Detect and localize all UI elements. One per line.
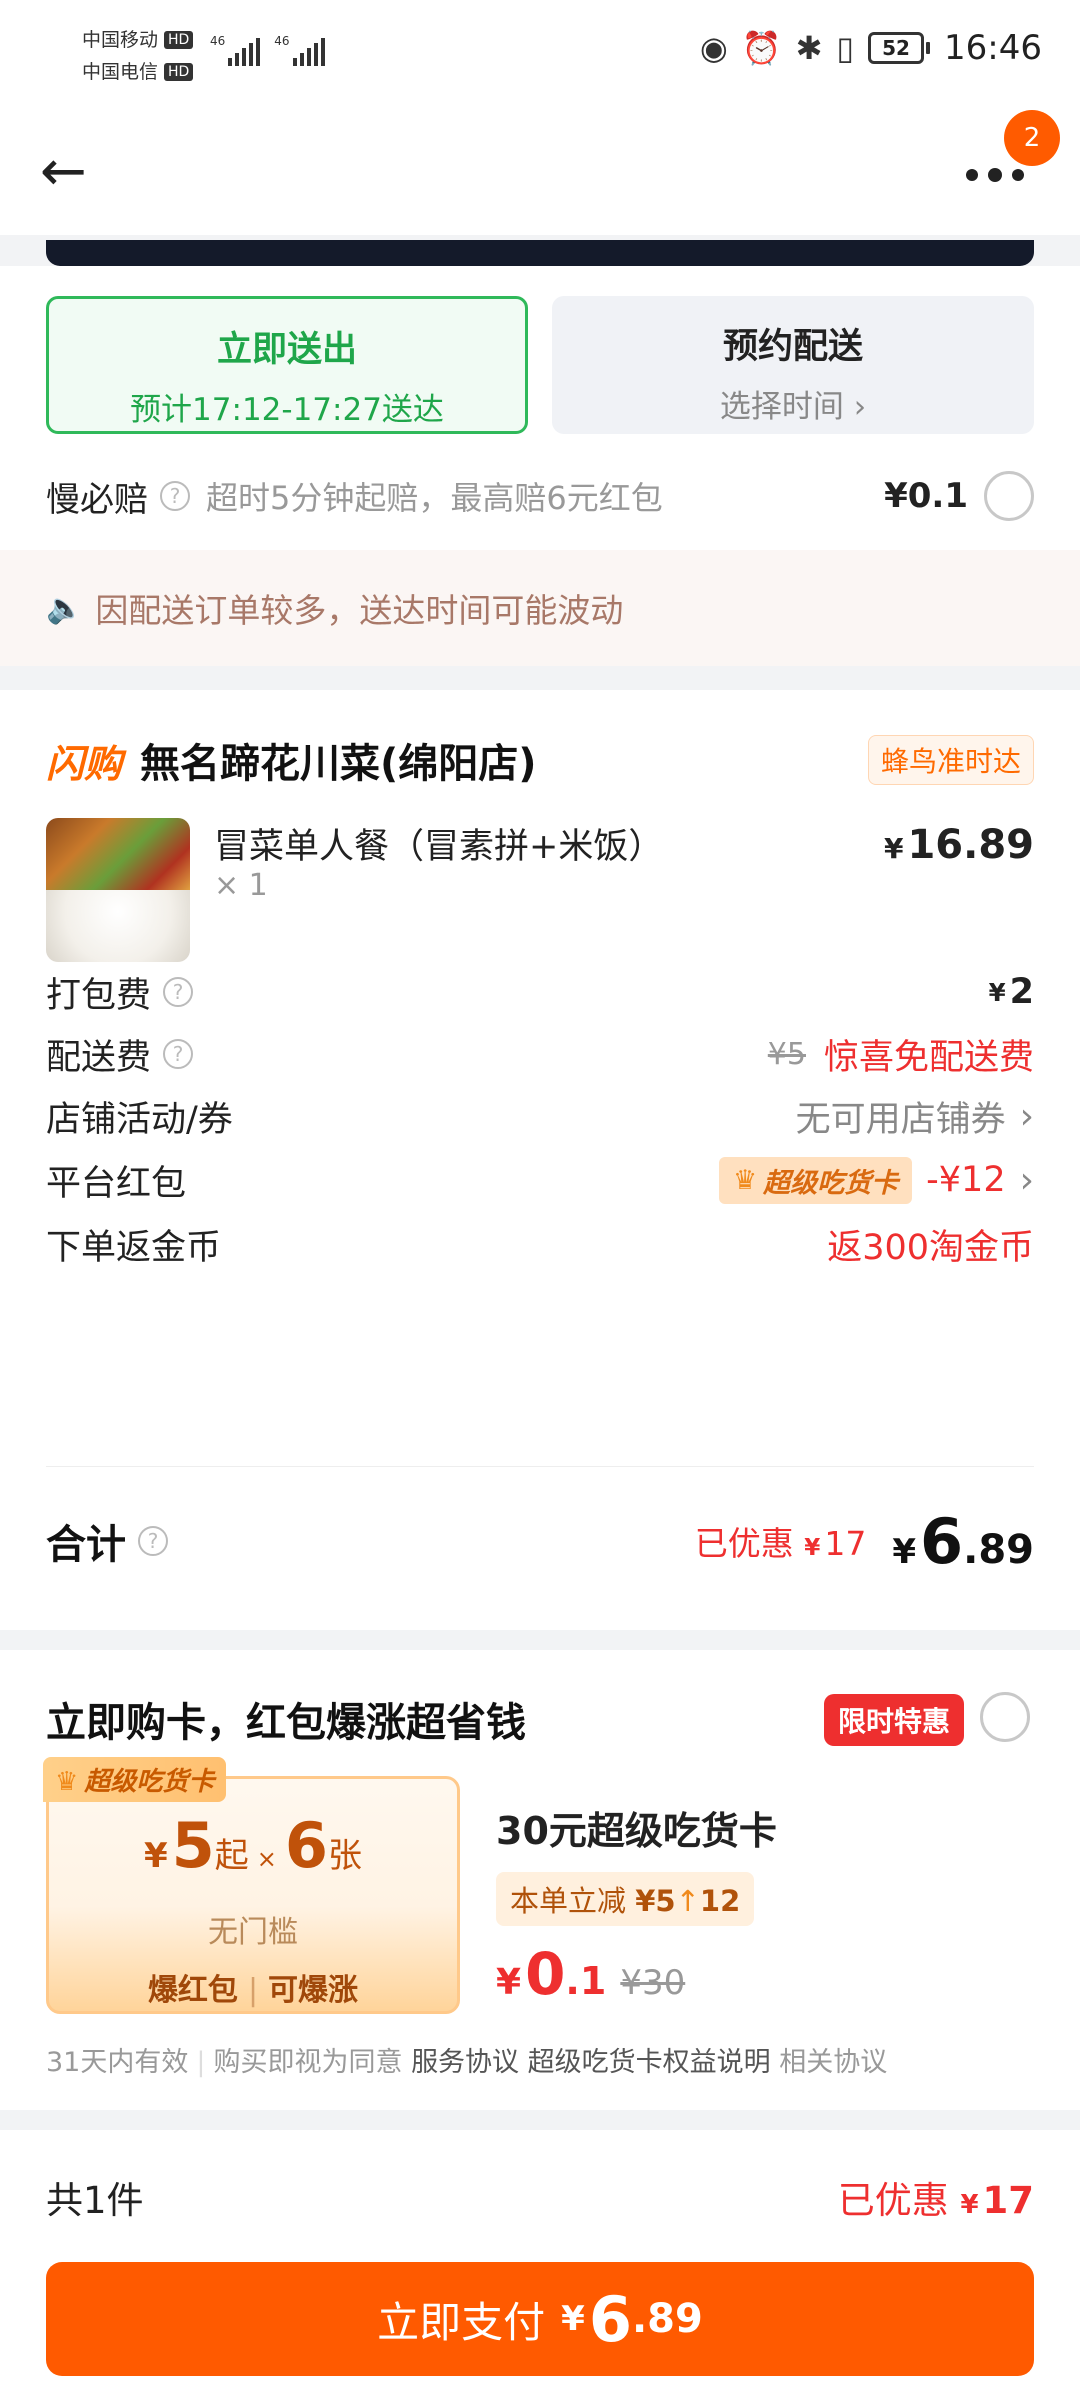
pay-now-button[interactable]: 立即支付 ¥6.89 <box>46 2262 1034 2376</box>
total-label: 合计 <box>46 1522 126 1568</box>
bluetooth-icon: ✱ <box>795 29 823 67</box>
ontime-tag: 蜂鸟准时达 <box>867 735 1034 785</box>
back-arrow-icon[interactable]: ← <box>40 144 100 204</box>
crown-icon: ♛ <box>732 1164 758 1196</box>
pay-amount-int: 6 <box>588 2282 632 2356</box>
hd-icon: HD <box>164 63 194 81</box>
store-promo-row[interactable]: 店铺活动/券 无可用店铺券 › <box>46 1086 1034 1146</box>
signal-icon: 46 <box>210 34 261 66</box>
deliver-now-title: 立即送出 <box>216 330 357 370</box>
clock: 16:46 <box>944 28 1042 68</box>
signal-icons: 46 46 <box>210 34 325 66</box>
late-guarantee-price: ¥0.1 <box>884 476 968 516</box>
late-guarantee-desc: 超时5分钟起赔，最高赔6元红包 <box>206 479 663 517</box>
crown-icon: ♛ <box>55 1767 79 1797</box>
packing-fee-label: 打包费 <box>46 975 152 1016</box>
card-threshold: 无门槛 <box>208 1915 298 1950</box>
delivery-notice: 🔈 因配送订单较多，送达时间可能波动 <box>0 550 1080 666</box>
card-rights-link[interactable]: 超级吃货卡权益说明 <box>528 2047 771 2078</box>
delivery-fee-original: ¥5 <box>767 1036 806 1072</box>
signal-icon: 46 <box>274 34 325 66</box>
packing-fee-row: 打包费 ? ¥2 <box>46 962 1034 1022</box>
super-foodie-card-tag: ♛ 超级吃货卡 <box>718 1156 913 1204</box>
item-name: 冒菜单人餐（冒素拼+米饭） <box>214 827 664 867</box>
shop-name[interactable]: 無名蹄花川菜(绵阳店) <box>140 731 537 789</box>
bottom-discount: 已优惠 ¥17 <box>837 2179 1034 2222</box>
order-card: 闪购 無名蹄花川菜(绵阳店) 蜂鸟准时达 冒菜单人餐（冒素拼+米饭） × 1 ¥… <box>0 690 1080 1630</box>
chevron-right-icon: › <box>1019 1159 1034 1201</box>
checkout-bar: 共1件 已优惠 ¥17 立即支付 ¥6.89 <box>0 2130 1080 2400</box>
card-price: ¥0.1 ¥30 <box>496 1940 686 2008</box>
carrier-1: 中国移动 <box>82 29 159 51</box>
total-price: ¥6.89 <box>892 1504 1034 1578</box>
item-price: ¥16.89 <box>883 822 1034 868</box>
late-guarantee-row: 慢必赔 ? 超时5分钟起赔，最高赔6元红包 ¥0.1 <box>46 466 1034 526</box>
coins-label: 下单返金币 <box>46 1227 222 1268</box>
coins-row: 下单返金币 返300淘金币 <box>46 1214 1034 1274</box>
terms-agree: 购买即视为同意 <box>213 2047 403 2078</box>
total-discount: 已优惠 ¥17 <box>694 1524 867 1563</box>
address-card-edge <box>46 240 1034 266</box>
eye-icon: ◉ <box>699 29 728 67</box>
vibrate-icon: ▯ <box>836 29 855 67</box>
help-icon[interactable]: ? <box>138 1526 168 1556</box>
platform-redpacket-value: -¥12 <box>926 1160 1006 1200</box>
late-guarantee-label: 慢必赔 <box>46 479 148 520</box>
chevron-right-icon: › <box>1019 1095 1034 1137</box>
status-bar: 中国移动 HD 中国电信 HD 46 46 ◉ ⏰ ✱ ▯ 52 16:46 <box>0 0 1080 110</box>
notification-badge: 2 <box>1004 110 1060 166</box>
carrier-info: 中国移动 HD 中国电信 HD <box>82 24 194 88</box>
top-nav: ← <box>0 110 1080 235</box>
scheduled-delivery-title: 预约配送 <box>722 327 863 367</box>
card-saving-tag: 本单立减 ¥5↑12 <box>496 1872 755 1926</box>
packing-fee-value: ¥2 <box>988 972 1034 1012</box>
help-icon[interactable]: ? <box>163 1039 194 1069</box>
card-benefits: 爆红包 | 可爆涨 <box>147 1973 359 2008</box>
item-count: 共1件 <box>46 2179 144 2222</box>
hd-icon: HD <box>164 31 194 49</box>
delivery-fee-row: 配送费 ? ¥5 惊喜免配送费 <box>46 1024 1034 1084</box>
help-icon[interactable]: ? <box>160 481 190 511</box>
choose-time-label: 选择时间 <box>719 389 844 425</box>
store-promo-label: 店铺活动/券 <box>46 1099 233 1140</box>
delivery-section: 立即送出 预计17:12-17:27送达 预约配送 选择时间 › 慢必赔 ? 超… <box>0 266 1080 550</box>
promo-title: 立即购卡，红包爆涨超省钱 <box>46 1700 526 1746</box>
terms-valid: 31天内有效 <box>46 2047 189 2078</box>
carrier-2: 中国电信 <box>82 61 159 83</box>
battery-icon: 52 <box>868 32 931 64</box>
help-icon[interactable]: ? <box>163 977 194 1007</box>
pay-amount-dec: .89 <box>631 2296 703 2342</box>
pay-now-label: 立即支付 <box>377 2297 546 2347</box>
brand-logo: 闪购 <box>46 741 123 786</box>
coins-value: 返300淘金币 <box>827 1227 1034 1268</box>
notice-text: 因配送订单较多，送达时间可能波动 <box>95 591 624 630</box>
card-name: 30元超级吃货卡 <box>496 1809 777 1853</box>
total-row: 合计 ? 已优惠 ¥17 ¥6.89 <box>46 1496 1034 1586</box>
item-quantity: × 1 <box>214 868 268 903</box>
card-value: ¥5起 × 6张 <box>143 1809 363 1882</box>
delivery-fee-value: 惊喜免配送费 <box>823 1037 1034 1078</box>
card-tag: ♛ 超级吃货卡 <box>43 1757 227 1802</box>
card-promo-section: 立即购卡，红包爆涨超省钱 限时特惠 ♛ 超级吃货卡 ¥5起 × 6张 无门槛 爆红包 |… <box>0 1650 1080 2110</box>
store-promo-value: 无可用店铺券 <box>795 1099 1006 1140</box>
delivery-fee-label: 配送费 <box>46 1037 152 1078</box>
service-agreement-link[interactable]: 服务协议 <box>411 2047 519 2078</box>
chevron-right-icon: › <box>853 389 867 425</box>
deliver-now-option[interactable]: 立即送出 预计17:12-17:27送达 <box>46 296 528 434</box>
platform-redpacket-label: 平台红包 <box>46 1163 187 1204</box>
buy-card-radio[interactable] <box>980 1692 1030 1742</box>
alarm-icon: ⏰ <box>741 29 782 67</box>
limited-offer-badge: 限时特惠 <box>824 1694 965 1746</box>
speaker-icon: 🔈 <box>46 590 84 626</box>
late-guarantee-radio[interactable] <box>984 471 1034 521</box>
related-agreement-link[interactable]: 相关协议 <box>779 2047 887 2078</box>
foodie-card-visual[interactable]: ♛ 超级吃货卡 ¥5起 × 6张 无门槛 爆红包 | 可爆涨 <box>43 1757 460 2014</box>
deliver-now-eta: 预计17:12-17:27送达 <box>130 392 444 428</box>
card-terms: 31天内有效 | 购买即视为同意 服务协议 超级吃货卡权益说明 相关协议 <box>46 2047 888 2078</box>
scheduled-delivery-option[interactable]: 预约配送 选择时间 › <box>552 296 1034 434</box>
divider <box>46 1466 1034 1467</box>
platform-redpacket-row[interactable]: 平台红包 ♛ 超级吃货卡 -¥12 › <box>46 1150 1034 1210</box>
item-image <box>46 818 190 962</box>
